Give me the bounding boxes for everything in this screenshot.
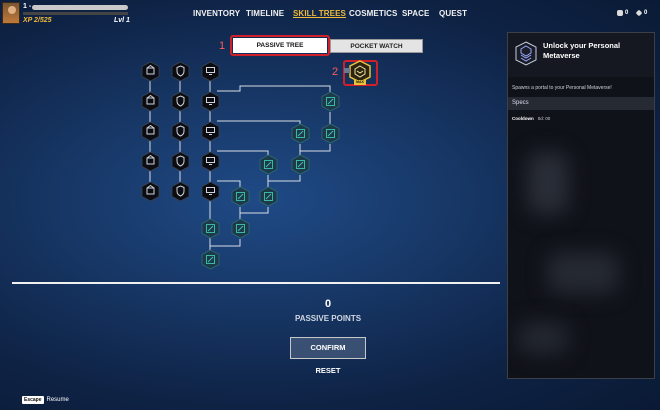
- node-max-label: MAX: [356, 80, 364, 84]
- skill-node-locked[interactable]: [171, 181, 190, 202]
- node-side-tab: [344, 68, 350, 73]
- highlight-box-passive-tab: [230, 35, 330, 56]
- skill-node-locked[interactable]: [141, 121, 160, 142]
- skill-node-locked[interactable]: [171, 91, 190, 112]
- skill-node-available[interactable]: [259, 186, 278, 207]
- main-nav: INVENTORY TIMELINE SKILL TREES COSMETICS…: [0, 9, 660, 21]
- skill-node-locked[interactable]: [171, 121, 190, 142]
- skill-node-locked[interactable]: [171, 61, 190, 82]
- gem-count: 0: [644, 10, 648, 16]
- skill-node-locked[interactable]: [171, 151, 190, 172]
- skill-node-locked[interactable]: [141, 181, 160, 202]
- coin-icon: [617, 10, 623, 16]
- selected-skill-node[interactable]: MAX: [348, 60, 372, 86]
- coin-count: 0: [625, 10, 629, 16]
- divider: [12, 282, 500, 284]
- skill-node-available[interactable]: [201, 249, 220, 270]
- nav-quest[interactable]: QUEST: [439, 9, 467, 18]
- blurred-content: [548, 253, 618, 293]
- skill-node-locked[interactable]: [201, 121, 220, 142]
- skill-node-locked[interactable]: [201, 181, 220, 202]
- skill-node-locked[interactable]: [141, 151, 160, 172]
- nav-cosmetics[interactable]: COSMETICS: [349, 9, 397, 18]
- panel-title: Unlock your Personal Metaverse: [543, 41, 621, 60]
- skill-details-panel: Unlock your Personal Metaverse Spawns a …: [507, 32, 655, 379]
- skill-node-available[interactable]: [291, 154, 310, 175]
- confirm-button[interactable]: CONFIRM: [290, 337, 366, 359]
- nav-timeline[interactable]: TIMELINE: [246, 9, 284, 18]
- panel-description: Spawns a portal to your Personal Metaver…: [512, 85, 612, 91]
- cooldown-value: 0d: 00: [537, 116, 551, 121]
- skill-node-locked[interactable]: [141, 91, 160, 112]
- skill-node-locked[interactable]: [141, 61, 160, 82]
- blurred-content: [528, 153, 568, 213]
- panel-specs-header: Specs: [508, 97, 654, 110]
- cooldown-label: Cooldown: [512, 116, 534, 121]
- metaverse-icon: [515, 41, 537, 71]
- callout-1: 1: [219, 40, 226, 52]
- resume-label: Resume: [46, 397, 69, 403]
- skill-node-locked[interactable]: [201, 91, 220, 112]
- skill-node-locked[interactable]: [201, 61, 220, 82]
- skill-node-available[interactable]: [291, 123, 310, 144]
- nav-inventory[interactable]: INVENTORY: [193, 9, 240, 18]
- skill-node-locked[interactable]: [201, 151, 220, 172]
- top-bar: 1 - XP 2/525 Lvl 1 INVENTORY TIMELINE SK…: [0, 0, 660, 28]
- skill-node-available[interactable]: [321, 91, 340, 112]
- escape-key: Escape: [22, 396, 44, 404]
- skill-node-available[interactable]: [231, 218, 250, 239]
- skill-node-available[interactable]: [321, 123, 340, 144]
- skill-node-available[interactable]: [201, 218, 220, 239]
- callout-2: 2: [332, 66, 339, 78]
- reset-button[interactable]: RESET: [290, 366, 366, 375]
- tab-pocket-watch[interactable]: POCKET WATCH: [330, 39, 423, 53]
- escape-hint[interactable]: Escape Resume: [22, 388, 69, 406]
- cooldown-row: Cooldown 0d: 00: [512, 116, 550, 121]
- nav-skill-trees[interactable]: SKILL TREES: [293, 9, 346, 18]
- nav-space[interactable]: SPACE: [402, 9, 429, 18]
- skill-node-available[interactable]: [231, 186, 250, 207]
- skill-node-available[interactable]: [259, 154, 278, 175]
- blurred-content: [518, 323, 568, 353]
- panel-header: Unlock your Personal Metaverse: [508, 33, 654, 77]
